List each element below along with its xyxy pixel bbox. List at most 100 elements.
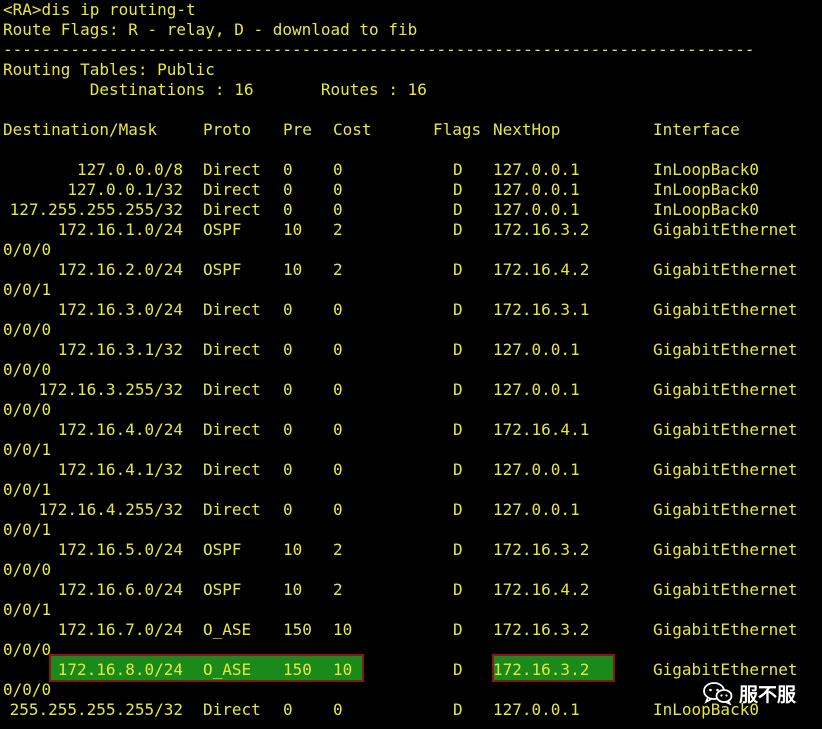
- route-preference: 0: [283, 200, 293, 219]
- route-interface-continuation: 0/0/0: [3, 640, 52, 659]
- route-proto: Direct: [203, 460, 261, 479]
- header-pre: Pre: [283, 120, 312, 139]
- route-proto: O_ASE: [203, 660, 252, 679]
- route-nexthop: 172.16.4.1: [493, 420, 590, 439]
- route-interface: GigabitEthernet: [653, 620, 798, 639]
- route-destination: 127.0.0.0/8: [77, 160, 183, 179]
- route-cost: 0: [333, 200, 343, 219]
- route-interface: InLoopBack0: [653, 160, 759, 179]
- route-proto: O_ASE: [203, 620, 252, 639]
- header-nexthop: NextHop: [493, 120, 561, 139]
- route-preference: 10: [283, 220, 303, 239]
- route-proto: Direct: [203, 700, 261, 719]
- route-proto: Direct: [203, 160, 261, 179]
- route-flags: D: [453, 500, 463, 519]
- route-nexthop: 172.16.3.2: [493, 220, 590, 239]
- route-preference: 0: [283, 380, 293, 399]
- route-nexthop: 172.16.3.2: [493, 540, 590, 559]
- route-cost: 0: [333, 420, 343, 439]
- route-destination: 127.255.255.255/32: [9, 200, 183, 219]
- route-flags-legend: Route Flags: R - relay, D - download to …: [3, 20, 418, 39]
- route-interface: GigabitEthernet: [653, 340, 798, 359]
- route-nexthop: 127.0.0.1: [493, 180, 580, 199]
- route-interface: GigabitEthernet: [653, 500, 798, 519]
- route-interface-continuation: 0/0/1: [3, 480, 52, 499]
- route-preference: 10: [283, 540, 303, 559]
- route-flags: D: [453, 200, 463, 219]
- route-nexthop: 127.0.0.1: [493, 460, 580, 479]
- route-cost: 0: [333, 300, 343, 319]
- route-proto: Direct: [203, 420, 261, 439]
- route-preference: 0: [283, 500, 293, 519]
- route-destination: 172.16.8.0/24: [57, 660, 183, 679]
- route-flags: D: [453, 420, 463, 439]
- route-proto: Direct: [203, 300, 261, 319]
- route-flags: D: [453, 700, 463, 719]
- route-nexthop: 127.0.0.1: [493, 380, 580, 399]
- route-proto: OSPF: [203, 580, 242, 599]
- route-proto: Direct: [203, 500, 261, 519]
- route-cost: 0: [333, 340, 343, 359]
- route-interface-continuation: 0/0/0: [3, 560, 52, 579]
- route-destination: 172.16.1.0/24: [57, 220, 183, 239]
- watermark-text: 服不服: [738, 683, 796, 706]
- route-flags: D: [453, 180, 463, 199]
- route-preference: 0: [283, 340, 293, 359]
- route-interface: InLoopBack0: [653, 180, 759, 199]
- route-cost: 10: [333, 620, 353, 639]
- route-interface: GigabitEthernet: [653, 220, 798, 239]
- route-preference: 0: [283, 460, 293, 479]
- route-preference: 10: [283, 580, 303, 599]
- route-preference: 150: [283, 660, 312, 679]
- route-cost: 0: [333, 700, 343, 719]
- route-interface: GigabitEthernet: [653, 300, 798, 319]
- wechat-icon: [703, 682, 733, 705]
- route-cost: 0: [333, 380, 343, 399]
- route-proto: OSPF: [203, 540, 242, 559]
- route-proto: Direct: [203, 180, 261, 199]
- header-destination: Destination/Mask: [3, 120, 158, 139]
- route-interface-continuation: 0/0/0: [3, 680, 52, 699]
- header-flags: Flags: [433, 120, 482, 139]
- route-destination: 172.16.3.1/32: [57, 340, 183, 359]
- route-destination: 172.16.2.0/24: [57, 260, 183, 279]
- route-interface: GigabitEthernet: [653, 660, 798, 679]
- route-interface: GigabitEthernet: [653, 260, 798, 279]
- route-proto: Direct: [203, 380, 261, 399]
- route-interface: GigabitEthernet: [653, 540, 798, 559]
- route-preference: 10: [283, 260, 303, 279]
- routing-tables-title: Routing Tables: Public: [3, 60, 215, 79]
- route-cost: 10: [333, 660, 353, 679]
- route-nexthop: 172.16.3.2: [493, 660, 590, 679]
- route-preference: 0: [283, 180, 293, 199]
- terminal-window[interactable]: <RA>dis ip routing-t Route Flags: R - re…: [0, 0, 822, 729]
- route-flags: D: [453, 580, 463, 599]
- route-flags: D: [453, 620, 463, 639]
- route-flags: D: [453, 380, 463, 399]
- route-flags: D: [453, 300, 463, 319]
- route-destination: 172.16.3.255/32: [38, 380, 184, 399]
- header-interface: Interface: [653, 120, 740, 139]
- route-proto: OSPF: [203, 220, 242, 239]
- route-preference: 0: [283, 160, 293, 179]
- route-preference: 150: [283, 620, 312, 639]
- route-cost: 2: [333, 220, 343, 239]
- route-flags: D: [453, 260, 463, 279]
- route-interface-continuation: 0/0/0: [3, 400, 52, 419]
- route-nexthop: 127.0.0.1: [493, 340, 580, 359]
- route-nexthop: 127.0.0.1: [493, 160, 580, 179]
- routes-summary: Destinations : 16 Routes : 16: [3, 80, 427, 99]
- route-destination: 172.16.3.0/24: [57, 300, 183, 319]
- route-cost: 0: [333, 160, 343, 179]
- route-interface: GigabitEthernet: [653, 420, 798, 439]
- route-interface: GigabitEthernet: [653, 460, 798, 479]
- route-flags: D: [453, 660, 463, 679]
- route-nexthop: 172.16.4.2: [493, 260, 590, 279]
- command-line: <RA>dis ip routing-t: [3, 0, 196, 19]
- route-interface: GigabitEthernet: [653, 380, 798, 399]
- route-destination: 172.16.4.0/24: [57, 420, 183, 439]
- route-flags: D: [453, 460, 463, 479]
- route-cost: 0: [333, 180, 343, 199]
- route-nexthop: 127.0.0.1: [493, 500, 580, 519]
- route-flags: D: [453, 220, 463, 239]
